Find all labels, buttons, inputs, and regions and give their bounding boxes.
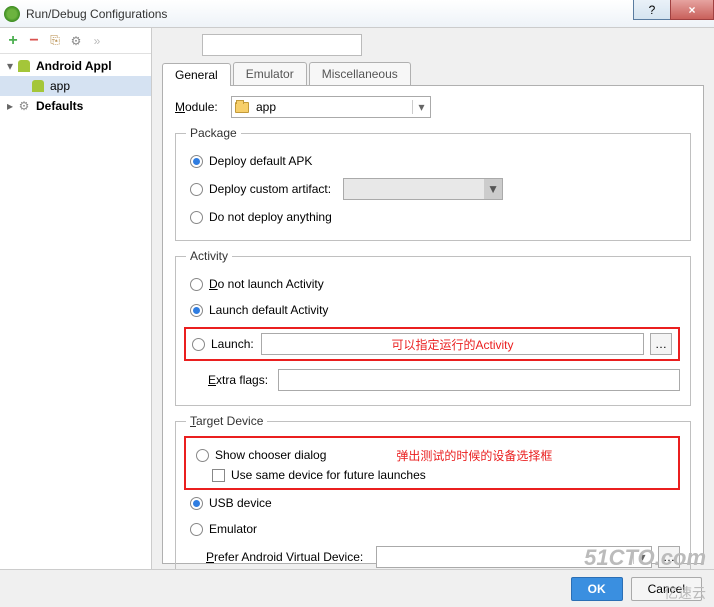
radio-icon <box>190 304 203 317</box>
tree-node-android-app[interactable]: ▾ Android Appl <box>0 56 151 76</box>
checkbox-icon[interactable] <box>212 469 225 482</box>
add-config-icon[interactable]: + <box>4 32 22 50</box>
package-legend: Package <box>186 126 241 140</box>
cancel-button[interactable]: Cancel <box>631 577 702 601</box>
module-value: app <box>252 100 412 114</box>
expand-icon[interactable]: ▾ <box>4 59 16 73</box>
dialog-footer: OK Cancel <box>0 569 714 607</box>
config-sidebar: + − ⎘ ⚙ » ▾ Android Appl app ▸ ⚙ Default… <box>0 28 152 569</box>
annotation-text: 弹出测试的时候的设备选择框 <box>396 447 552 464</box>
radio-icon <box>190 523 203 536</box>
tab-emulator[interactable]: Emulator <box>233 62 307 85</box>
sidebar-toolbar: + − ⎘ ⚙ » <box>0 28 151 54</box>
config-editor: General Emulator Miscellaneous Module: a… <box>152 28 714 569</box>
radio-label: Deploy default APK <box>209 154 312 168</box>
folder-icon <box>232 102 252 113</box>
radio-label: Show chooser dialog <box>215 448 326 462</box>
gear-icon: ⚙ <box>16 98 32 114</box>
tab-bar: General Emulator Miscellaneous <box>162 62 704 86</box>
title-bar: Run/Debug Configurations ? × <box>0 0 714 28</box>
app-icon <box>4 6 20 22</box>
radio-icon <box>192 338 205 351</box>
target-legend: Target Device <box>186 414 267 428</box>
radio-icon <box>196 449 209 462</box>
activity-group: Activity Do not launch Activity Launch d… <box>175 249 691 406</box>
android-icon <box>30 78 46 94</box>
extra-flags-label: Extra flags: <box>208 373 278 387</box>
radio-icon <box>190 155 203 168</box>
annotation-box-1: Launch: 可以指定运行的Activity … <box>184 327 680 361</box>
target-device-group: Target Device Show chooser dialog 弹出测试的时… <box>175 414 691 569</box>
name-field[interactable] <box>202 34 362 56</box>
expand-icon[interactable]: ▸ <box>4 99 16 113</box>
tree-label: app <box>50 79 70 93</box>
radio-label: Launch default Activity <box>209 303 328 317</box>
settings-icon[interactable]: ⚙ <box>67 32 85 50</box>
activity-legend: Activity <box>186 249 232 263</box>
chevron-down-icon: ▾ <box>412 100 430 114</box>
artifact-combo[interactable]: ▼ <box>343 178 503 200</box>
radio-label: Do not launch Activity <box>209 277 324 291</box>
remove-config-icon[interactable]: − <box>25 32 43 50</box>
tab-miscellaneous[interactable]: Miscellaneous <box>309 62 411 85</box>
help-button[interactable]: ? <box>633 0 671 20</box>
radio-deploy-custom[interactable]: Deploy custom artifact: ▼ <box>190 178 680 200</box>
radio-label: Launch: <box>211 337 261 351</box>
radio-label: USB device <box>209 496 272 510</box>
radio-icon <box>190 278 203 291</box>
tree-label: Android Appl <box>36 59 112 73</box>
radio-deploy-default[interactable]: Deploy default APK <box>190 152 680 170</box>
launch-activity-input[interactable]: 可以指定运行的Activity <box>261 333 644 355</box>
radio-label: Deploy custom artifact: <box>209 182 331 196</box>
tree-label: Defaults <box>36 99 83 113</box>
close-button[interactable]: × <box>670 0 714 20</box>
radio-icon <box>190 497 203 510</box>
module-label: Module: <box>175 100 231 114</box>
radio-usb[interactable]: USB device <box>190 494 680 512</box>
radio-icon <box>190 211 203 224</box>
annotation-text: 可以指定运行的Activity <box>391 336 513 353</box>
annotation-box-2: Show chooser dialog 弹出测试的时候的设备选择框 Use sa… <box>184 436 680 490</box>
avd-combo[interactable]: ▾ <box>376 546 652 568</box>
browse-avd-button[interactable]: … <box>658 546 680 568</box>
module-combo[interactable]: app ▾ <box>231 96 431 118</box>
radio-label: Do not deploy anything <box>209 210 332 224</box>
window-title: Run/Debug Configurations <box>26 7 167 21</box>
ok-button[interactable]: OK <box>571 577 623 601</box>
radio-emulator[interactable]: Emulator <box>190 520 680 538</box>
extra-flags-input[interactable] <box>278 369 680 391</box>
copy-config-icon[interactable]: ⎘ <box>46 32 64 50</box>
radio-icon <box>190 183 203 196</box>
tab-general[interactable]: General <box>162 63 231 86</box>
package-group: Package Deploy default APK Deploy custom… <box>175 126 691 241</box>
move-icon[interactable]: » <box>88 32 106 50</box>
chevron-down-icon: ▼ <box>484 179 502 199</box>
tree-node-defaults[interactable]: ▸ ⚙ Defaults <box>0 96 151 116</box>
browse-activity-button[interactable]: … <box>650 333 672 355</box>
radio-label: Emulator <box>209 522 257 536</box>
tree-node-app[interactable]: app <box>0 76 151 96</box>
radio-no-launch[interactable]: Do not launch Activity <box>190 275 680 293</box>
general-form: Module: app ▾ Package Deploy default APK… <box>162 86 704 564</box>
avd-label: Prefer Android Virtual Device: <box>206 550 376 564</box>
radio-no-deploy[interactable]: Do not deploy anything <box>190 208 680 226</box>
chevron-down-icon: ▾ <box>633 550 651 564</box>
config-tree: ▾ Android Appl app ▸ ⚙ Defaults <box>0 54 151 569</box>
radio-launch-default[interactable]: Launch default Activity <box>190 301 680 319</box>
checkbox-label: Use same device for future launches <box>231 468 426 482</box>
android-icon <box>16 58 32 74</box>
